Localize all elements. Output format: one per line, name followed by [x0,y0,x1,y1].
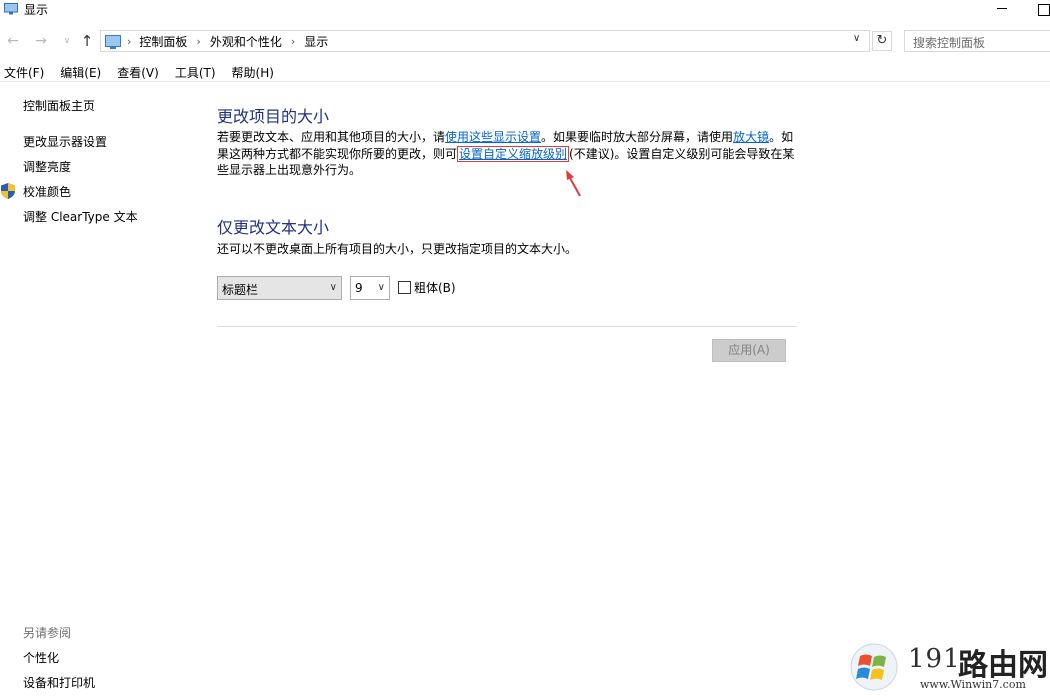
menu-bar: 文件(F) 编辑(E) 查看(V) 工具(T) 帮助(H) [0,62,1050,82]
address-bar[interactable]: › 控制面板 › 外观和个性化 › 显示 ∨ [100,30,870,52]
minimize-button[interactable] [990,0,1014,18]
bold-label[interactable]: 粗体(B) [414,279,456,296]
font-size-value: 9 [355,281,363,295]
address-dropdown-chevron-icon[interactable]: ∨ [853,33,860,44]
sidebar-item-control-panel-home[interactable]: 控制面板主页 [23,97,95,114]
breadcrumb-appearance[interactable]: 外观和个性化 [210,33,282,50]
breadcrumb-display[interactable]: 显示 [304,33,328,50]
menu-tools[interactable]: 工具(T) [175,62,216,81]
forward-arrow-icon[interactable]: → [32,31,50,51]
section-description: 若要更改文本、应用和其他项目的大小，请使用这些显示设置。如果要临时放大部分屏幕，… [217,129,799,179]
maximize-button[interactable] [1034,0,1050,18]
see-also-personalization[interactable]: 个性化 [23,649,59,666]
recent-locations-chevron-icon[interactable]: ∨ [58,31,76,51]
search-placeholder: 搜索控制面板 [913,36,986,50]
bold-checkbox[interactable] [398,281,411,294]
window-title: 显示 [24,3,49,17]
up-arrow-icon[interactable]: ↑ [78,31,96,51]
uac-shield-icon [1,183,15,199]
display-settings-link[interactable]: 使用这些显示设置 [445,130,541,144]
windows-logo-icon [850,643,898,691]
breadcrumb-chevron-icon[interactable]: › [127,35,131,48]
font-size-select[interactable]: 9 ∨ [350,276,390,300]
breadcrumb-chevron-icon[interactable]: › [196,35,200,48]
magnifier-link[interactable]: 放大镜 [733,130,769,144]
menu-help[interactable]: 帮助(H) [232,62,274,81]
item-select-value: 标题栏 [222,283,259,297]
sidebar-item-adjust-cleartype[interactable]: 调整 ClearType 文本 [23,208,138,225]
para-text-2: 。如果要临时放大部分屏幕，请使用 [541,130,734,144]
sidebar-item-change-display-settings[interactable]: 更改显示器设置 [23,133,107,150]
watermark-url: www.Winwin7.com [920,678,1026,691]
watermark: 191 路由网 www.Winwin7.com [850,638,1050,696]
display-icon [4,3,18,15]
breadcrumb: › 控制面板 › 外观和个性化 › 显示 [125,33,328,50]
chevron-down-icon: ∨ [377,282,385,293]
menu-file[interactable]: 文件(F) [4,62,44,81]
navigation-bar: ← → ∨ ↑ › 控制面板 › 外观和个性化 › 显示 ∨ ↻ 搜索控制面板 [0,28,1050,54]
custom-scaling-link[interactable]: 设置自定义缩放级别 [457,145,570,162]
para-text-1: 若要更改文本、应用和其他项目的大小，请 [217,130,446,144]
see-also-heading: 另请参阅 [23,626,72,640]
search-input[interactable]: 搜索控制面板 [904,30,1050,52]
section-title-change-item-size: 更改项目的大小 [217,107,330,126]
item-select[interactable]: 标题栏 ∨ [217,276,342,300]
watermark-number: 191 [908,644,961,674]
title-bar: 显示 [0,0,1050,26]
menu-edit[interactable]: 编辑(E) [60,62,101,81]
annotation-arrow-icon [566,170,581,197]
sidebar-item-calibrate-color[interactable]: 校准颜色 [23,183,71,200]
breadcrumb-chevron-icon[interactable]: › [291,35,295,48]
back-arrow-icon[interactable]: ← [4,31,22,51]
control-panel-icon [105,35,121,49]
breadcrumb-control-panel[interactable]: 控制面板 [139,33,187,50]
refresh-icon[interactable]: ↻ [872,31,892,51]
text-size-description: 还可以不更改桌面上所有项目的大小，只更改指定项目的文本大小。 [217,242,578,256]
see-also-devices-printers[interactable]: 设备和打印机 [23,674,95,691]
chevron-down-icon: ∨ [329,282,337,293]
sidebar-item-adjust-brightness[interactable]: 调整亮度 [23,158,71,175]
apply-button[interactable]: 应用(A) [712,339,786,362]
section-title-text-size-only: 仅更改文本大小 [217,218,330,237]
menu-view[interactable]: 查看(V) [117,62,159,81]
divider [217,326,797,327]
